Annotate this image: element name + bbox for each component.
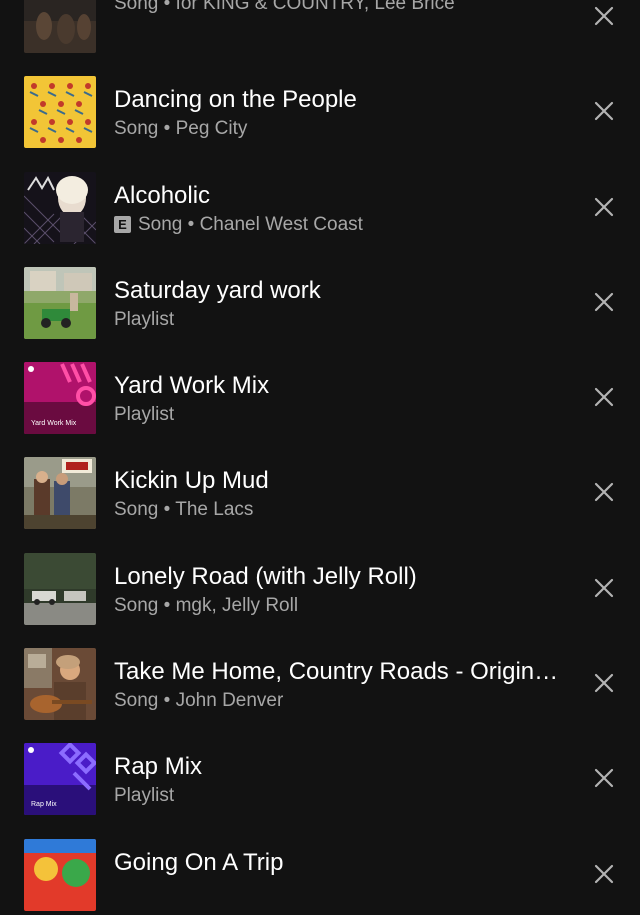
list-item[interactable]: Going On A Trip bbox=[0, 820, 640, 915]
item-subtitle: Playlist bbox=[114, 785, 175, 807]
item-title: Saturday yard work bbox=[114, 276, 321, 304]
list-item[interactable]: Dancing on the People Song • Peg City bbox=[0, 57, 640, 152]
item-title: Lonely Road (with Jelly Roll) bbox=[114, 562, 417, 590]
item-title: Kickin Up Mud bbox=[114, 467, 269, 495]
item-title: Going On A Trip bbox=[114, 848, 284, 876]
item-title: Take Me Home, Country Roads - Original..… bbox=[114, 658, 569, 686]
item-subtitle: Song • mgk, Jelly Roll bbox=[114, 594, 299, 616]
item-subtitle-row: E Song • Chanel West Coast bbox=[114, 213, 569, 237]
item-subtitle: Song • Peg City bbox=[114, 118, 248, 140]
item-subtitle: Song • The Lacs bbox=[114, 499, 254, 521]
cover-label: Rap Mix bbox=[31, 801, 57, 809]
cover-label: Yard Work Mix bbox=[31, 420, 77, 428]
item-subtitle: Song • for KING & COUNTRY, Lee Brice bbox=[114, 0, 455, 14]
list-item[interactable]: Song • for KING & COUNTRY, Lee Brice bbox=[0, 0, 640, 57]
list-item[interactable]: Take Me Home, Country Roads - Original..… bbox=[0, 629, 640, 724]
close-icon[interactable] bbox=[592, 671, 616, 695]
list-item[interactable]: Alcoholic E Song • Chanel West Coast bbox=[0, 153, 640, 248]
playlist-art: Yard Work Mix bbox=[24, 362, 96, 435]
close-icon[interactable] bbox=[592, 480, 616, 504]
album-art bbox=[24, 838, 96, 911]
list-item[interactable]: Yard Work Mix Yard Work Mix Playlist bbox=[0, 343, 640, 438]
close-icon[interactable] bbox=[592, 862, 616, 886]
close-icon[interactable] bbox=[592, 290, 616, 314]
album-art bbox=[24, 552, 96, 625]
item-title: Alcoholic bbox=[114, 181, 211, 209]
album-art bbox=[24, 171, 96, 244]
album-art bbox=[24, 457, 96, 530]
item-subtitle: Song • John Denver bbox=[114, 690, 284, 712]
item-subtitle: Playlist bbox=[114, 404, 175, 426]
list-item[interactable]: Kickin Up Mud Song • The Lacs bbox=[0, 438, 640, 533]
playlist-art bbox=[24, 266, 96, 339]
item-subtitle: Playlist bbox=[114, 308, 175, 330]
item-title: Dancing on the People bbox=[114, 86, 357, 114]
close-icon[interactable] bbox=[592, 4, 616, 28]
album-art bbox=[24, 76, 96, 149]
item-subtitle: Song • Chanel West Coast bbox=[138, 213, 363, 235]
recent-searches-list: Song • for KING & COUNTRY, Lee Brice Dan… bbox=[0, 0, 640, 915]
explicit-badge: E bbox=[114, 216, 131, 234]
close-icon[interactable] bbox=[592, 385, 616, 409]
album-art bbox=[24, 0, 96, 53]
close-icon[interactable] bbox=[592, 99, 616, 123]
item-title: Yard Work Mix bbox=[114, 372, 270, 400]
playlist-art: Rap Mix bbox=[24, 743, 96, 816]
close-icon[interactable] bbox=[592, 576, 616, 600]
item-title: Rap Mix bbox=[114, 753, 203, 781]
close-icon[interactable] bbox=[592, 766, 616, 790]
list-item[interactable]: Rap Mix Rap Mix Playlist bbox=[0, 724, 640, 819]
list-item[interactable]: Lonely Road (with Jelly Roll) Song • mgk… bbox=[0, 534, 640, 629]
close-icon[interactable] bbox=[592, 195, 616, 219]
album-art bbox=[24, 648, 96, 721]
list-item[interactable]: Saturday yard work Playlist bbox=[0, 248, 640, 343]
